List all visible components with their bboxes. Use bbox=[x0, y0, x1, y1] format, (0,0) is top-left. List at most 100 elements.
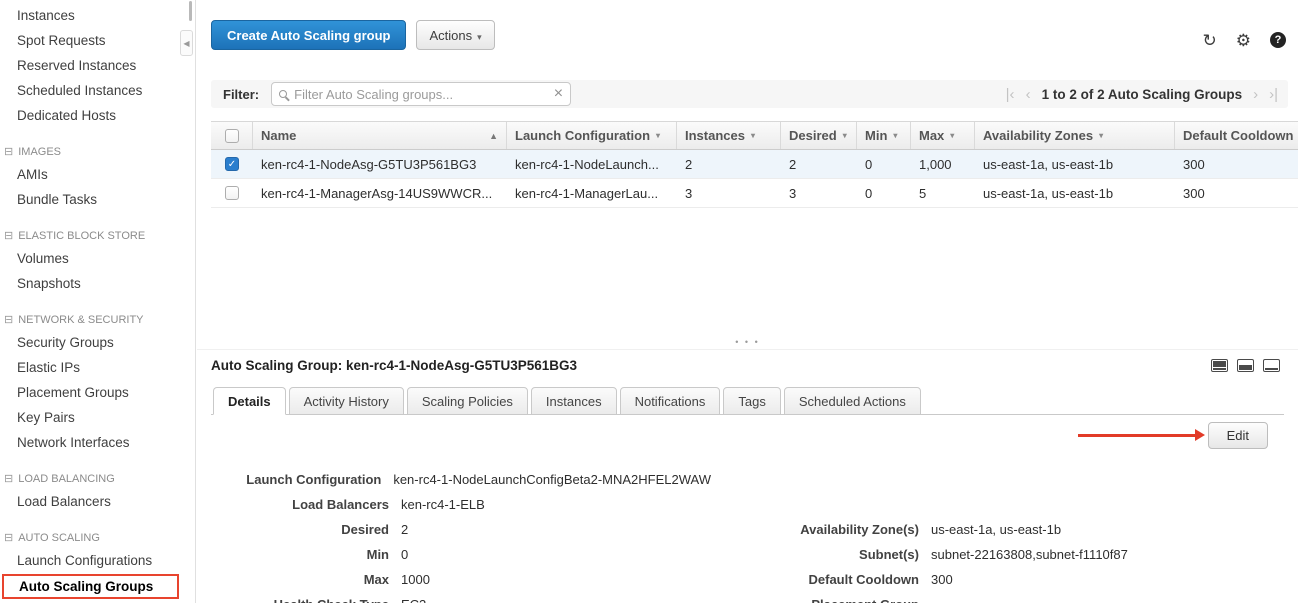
ec2-console: InstancesSpot RequestsReserved Instances… bbox=[0, 0, 1298, 603]
sidebar-section-label: LOAD BALANCING bbox=[18, 473, 115, 485]
column-header-availability-zones[interactable]: Availability Zones▾ bbox=[975, 122, 1175, 149]
sidebar-section-network-security[interactable]: ⊟NETWORK & SECURITY bbox=[0, 309, 195, 330]
sidebar-section-label: AUTO SCALING bbox=[18, 532, 100, 544]
annotation-arrow bbox=[1078, 434, 1196, 437]
refresh-icon[interactable]: ↻ bbox=[1203, 32, 1217, 49]
field-value: 300 bbox=[931, 572, 953, 587]
fields-left-column: Launch Configurationken-rc4-1-NodeLaunch… bbox=[211, 467, 711, 603]
column-menu-icon[interactable]: ▾ bbox=[950, 131, 954, 140]
column-header-max[interactable]: Max▾ bbox=[911, 122, 975, 149]
sidebar-item-key-pairs[interactable]: Key Pairs bbox=[0, 405, 195, 430]
next-page-button[interactable]: › bbox=[1253, 87, 1258, 102]
table-row[interactable]: ✓ken-rc4-1-NodeAsg-G5TU3P561BG3ken-rc4-1… bbox=[211, 150, 1298, 179]
sidebar-item-placement-groups[interactable]: Placement Groups bbox=[0, 380, 195, 405]
table-row[interactable]: ken-rc4-1-ManagerAsg-14US9WWCR...ken-rc4… bbox=[211, 179, 1298, 208]
tab-scaling-policies[interactable]: Scaling Policies bbox=[407, 387, 528, 415]
pane-layout-controls bbox=[1211, 359, 1284, 372]
collapse-section-icon[interactable]: ⊟ bbox=[4, 472, 13, 485]
sidebar-section-images[interactable]: ⊟IMAGES bbox=[0, 141, 195, 162]
column-header-name[interactable]: Name▲ bbox=[253, 122, 507, 149]
pagination: |‹ ‹ 1 to 2 of 2 Auto Scaling Groups › ›… bbox=[1006, 87, 1278, 102]
create-auto-scaling-group-button[interactable]: Create Auto Scaling group bbox=[211, 20, 406, 50]
filter-search-box[interactable]: × bbox=[271, 82, 571, 106]
collapse-section-icon[interactable]: ⊟ bbox=[4, 313, 13, 326]
sidebar-item-snapshots[interactable]: Snapshots bbox=[0, 271, 195, 296]
field-value: 1000 bbox=[401, 572, 430, 587]
column-label: Min bbox=[865, 128, 887, 143]
detail-field: Desired2 bbox=[211, 517, 711, 542]
prev-page-button[interactable]: ‹ bbox=[1026, 87, 1031, 102]
pane-splitter[interactable]: • • • bbox=[197, 337, 1298, 347]
tab-activity-history[interactable]: Activity History bbox=[289, 387, 404, 415]
detail-tabs: DetailsActivity HistoryScaling PoliciesI… bbox=[211, 387, 1284, 415]
first-page-button[interactable]: |‹ bbox=[1006, 87, 1015, 102]
filter-input[interactable] bbox=[294, 87, 550, 102]
column-header-min[interactable]: Min ▾ bbox=[857, 122, 911, 149]
sidebar-section-elastic-block-store[interactable]: ⊟ ELASTIC BLOCK STORE bbox=[0, 225, 195, 246]
help-icon[interactable]: ? bbox=[1270, 32, 1286, 48]
column-menu-icon[interactable]: ▾ bbox=[843, 131, 847, 140]
tab-details[interactable]: Details bbox=[213, 387, 286, 415]
collapse-arrow-icon: ◀ bbox=[183, 39, 189, 48]
column-header-launch-configuration[interactable]: Launch Configuration▾ bbox=[507, 122, 677, 149]
sidebar-item-auto-scaling-groups[interactable]: Auto Scaling Groups bbox=[2, 574, 179, 599]
sidebar-item-spot-requests[interactable]: Spot Requests bbox=[0, 28, 195, 53]
collapse-section-icon[interactable]: ⊟ bbox=[4, 145, 13, 158]
field-value: EC2 bbox=[401, 597, 426, 603]
row-select-cell bbox=[211, 186, 253, 200]
tab-notifications[interactable]: Notifications bbox=[620, 387, 721, 415]
edit-button[interactable]: Edit bbox=[1208, 422, 1268, 449]
sidebar-item-elastic-ips[interactable]: Elastic IPs bbox=[0, 355, 195, 380]
sidebar-scrollbar[interactable] bbox=[189, 1, 192, 21]
column-menu-icon[interactable]: ▾ bbox=[1099, 131, 1103, 140]
column-header-instances[interactable]: Instances▾ bbox=[677, 122, 781, 149]
collapse-section-icon[interactable]: ⊟ bbox=[4, 531, 13, 544]
sidebar-item-security-groups[interactable]: Security Groups bbox=[0, 330, 195, 355]
collapse-section-icon[interactable]: ⊟ bbox=[4, 229, 13, 242]
tab-tags[interactable]: Tags bbox=[723, 387, 780, 415]
sidebar-item-amis[interactable]: AMIs bbox=[0, 162, 195, 187]
cell-desired: 3 bbox=[781, 186, 857, 201]
detail-field: Max1000 bbox=[211, 567, 711, 592]
column-menu-icon[interactable]: ▾ bbox=[893, 131, 897, 140]
sidebar-section-label: ELASTIC BLOCK STORE bbox=[18, 230, 145, 242]
sidebar-item-reserved-instances[interactable]: Reserved Instances bbox=[0, 53, 195, 78]
cell-desired: 2 bbox=[781, 157, 857, 172]
column-header-desired[interactable]: Desired▾ bbox=[781, 122, 857, 149]
column-header-default-cooldown[interactable]: Default Cooldown bbox=[1175, 122, 1298, 149]
tab-instances[interactable]: Instances bbox=[531, 387, 617, 415]
last-page-button[interactable]: ›| bbox=[1269, 87, 1278, 102]
sidebar-item-launch-configurations[interactable]: Launch Configurations bbox=[0, 548, 195, 573]
sidebar-item-bundle-tasks[interactable]: Bundle Tasks bbox=[0, 187, 195, 212]
field-label: Health Check Type bbox=[211, 597, 401, 603]
gear-icon[interactable]: ⚙ bbox=[1236, 32, 1251, 49]
pane-half-icon[interactable] bbox=[1237, 359, 1254, 372]
detail-field: Health Check TypeEC2 bbox=[211, 592, 711, 603]
column-menu-icon[interactable]: ▾ bbox=[656, 131, 660, 140]
tab-scheduled-actions[interactable]: Scheduled Actions bbox=[784, 387, 921, 415]
detail-header: Auto Scaling Group: ken-rc4-1-NodeAsg-G5… bbox=[211, 358, 1284, 373]
row-checkbox[interactable] bbox=[225, 186, 239, 200]
select-all-checkbox[interactable] bbox=[225, 129, 239, 143]
column-menu-icon[interactable]: ▾ bbox=[751, 131, 755, 140]
clear-filter-icon[interactable]: × bbox=[554, 86, 563, 102]
sidebar-collapse-button[interactable]: ◀ bbox=[180, 30, 193, 56]
sidebar-section-auto-scaling[interactable]: ⊟ AUTO SCALING bbox=[0, 527, 195, 548]
field-label: Max bbox=[211, 572, 401, 587]
select-all-cell bbox=[211, 122, 253, 149]
sidebar-item-dedicated-hosts[interactable]: Dedicated Hosts bbox=[0, 103, 195, 128]
cell-default-cooldown: 300 bbox=[1175, 157, 1298, 172]
cell-max: 5 bbox=[911, 186, 975, 201]
sidebar-section-load-balancing[interactable]: ⊟ LOAD BALANCING bbox=[0, 468, 195, 489]
sidebar-item-instances[interactable]: Instances bbox=[0, 3, 195, 28]
row-checkbox[interactable]: ✓ bbox=[225, 157, 239, 171]
sidebar-item-volumes[interactable]: Volumes bbox=[0, 246, 195, 271]
cell-default-cooldown: 300 bbox=[1175, 186, 1298, 201]
actions-button[interactable]: Actions▾ bbox=[416, 20, 494, 50]
pane-restore-icon[interactable] bbox=[1211, 359, 1228, 372]
sidebar-item-load-balancers[interactable]: Load Balancers bbox=[0, 489, 195, 514]
sidebar-item-network-interfaces[interactable]: Network Interfaces bbox=[0, 430, 195, 455]
pane-minimize-icon[interactable] bbox=[1263, 359, 1280, 372]
sidebar-item-scheduled-instances[interactable]: Scheduled Instances bbox=[0, 78, 195, 103]
cell-availability-zones: us-east-1a, us-east-1b bbox=[975, 157, 1175, 172]
